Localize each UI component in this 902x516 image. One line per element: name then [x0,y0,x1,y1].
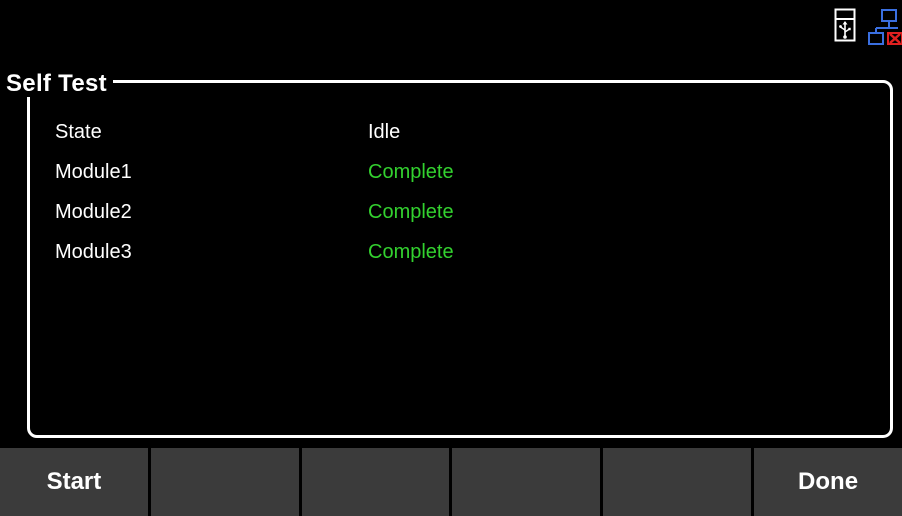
usb-icon [834,8,856,42]
done-button[interactable]: Done [754,448,902,516]
state-label: State [55,120,102,143]
softkey-bar: Start Done [0,448,902,516]
module1-label: Module1 [55,160,132,183]
module2-status: Complete [368,200,454,223]
module1-status: Complete [368,160,454,183]
module3-status: Complete [368,240,454,263]
start-button[interactable]: Start [0,448,148,516]
softkey-4[interactable] [452,448,601,516]
network-disconnected-icon [868,9,902,45]
softkey-2[interactable] [150,448,299,516]
list-item-module3: Module3 Complete [55,232,855,272]
self-test-list: State Idle Module1 Complete Module2 Comp… [55,112,855,272]
softkey-5[interactable] [603,448,752,516]
module2-label: Module2 [55,200,132,223]
status-bar [834,8,902,48]
list-item-module2: Module2 Complete [55,192,855,232]
list-item-module1: Module1 Complete [55,152,855,192]
module3-label: Module3 [55,240,132,263]
panel-title: Self Test [3,71,113,97]
list-item-state: State Idle [55,112,855,152]
softkey-3[interactable] [301,448,450,516]
state-value: Idle [368,120,401,143]
